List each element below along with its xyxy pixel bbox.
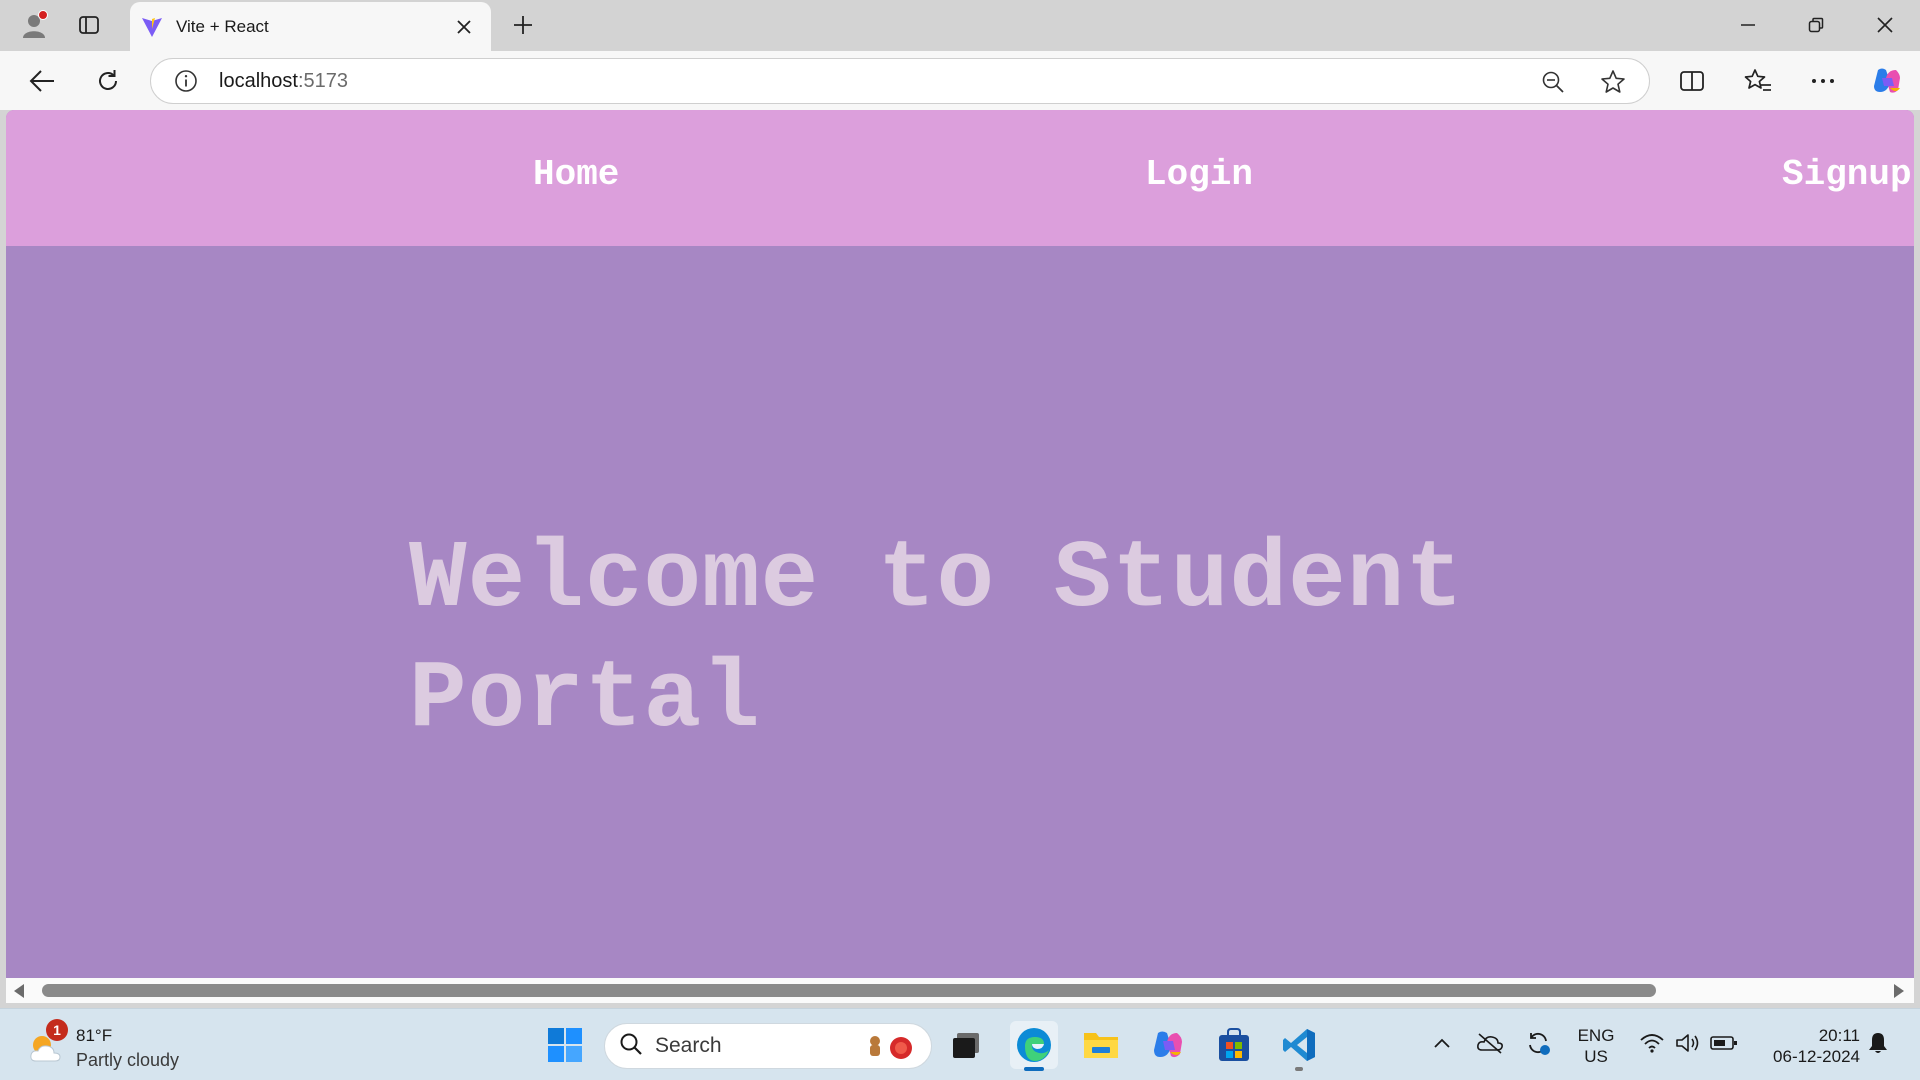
favorites-icon[interactable] — [1740, 63, 1776, 99]
address-bar[interactable]: localhost:5173 — [150, 58, 1650, 104]
volume-icon[interactable] — [1672, 1027, 1704, 1059]
close-window-icon[interactable] — [1864, 8, 1906, 42]
hero-line-2: Portal — [409, 645, 761, 754]
battery-icon[interactable] — [1708, 1027, 1740, 1059]
restore-icon[interactable] — [1795, 8, 1837, 42]
more-icon[interactable] — [1805, 63, 1841, 99]
scroll-right-arrow-icon[interactable] — [1894, 984, 1904, 998]
notification-bell-icon[interactable] — [1862, 1027, 1894, 1059]
vscode-icon[interactable] — [1275, 1021, 1323, 1071]
sync-icon[interactable] — [1522, 1027, 1554, 1059]
scrollbar-thumb[interactable] — [42, 984, 1656, 997]
copilot-app-icon[interactable] — [1144, 1021, 1192, 1069]
add-favorite-icon[interactable] — [1599, 68, 1627, 96]
weather-temperature: 81°F — [76, 1026, 113, 1045]
plus-icon[interactable] — [506, 10, 540, 40]
store-icon[interactable] — [1210, 1021, 1258, 1069]
back-arrow-icon[interactable] — [22, 63, 62, 99]
reload-icon[interactable] — [88, 63, 128, 99]
info-icon[interactable] — [173, 68, 199, 94]
search-label: Search — [655, 1034, 722, 1057]
system-clock[interactable]: 20:11 06-12-2024 — [1752, 1025, 1860, 1067]
search-icon — [619, 1032, 643, 1061]
browser-tab-bar: Vite + React — [0, 0, 1920, 51]
taskbar-search[interactable]: Search — [604, 1023, 932, 1069]
scroll-left-arrow-icon[interactable] — [14, 984, 24, 998]
input-language[interactable]: ENG US — [1576, 1025, 1616, 1067]
notification-dot — [38, 10, 48, 20]
split-screen-icon[interactable] — [1674, 63, 1710, 99]
clock-date: 06-12-2024 — [1773, 1047, 1860, 1066]
region-code: US — [1584, 1047, 1608, 1066]
wifi-icon[interactable] — [1636, 1027, 1668, 1059]
file-explorer-icon[interactable] — [1077, 1021, 1125, 1069]
task-view-icon[interactable] — [943, 1021, 991, 1069]
active-tab[interactable]: Vite + React — [130, 2, 491, 51]
profile-icon[interactable] — [14, 8, 54, 42]
hero-heading: Welcome to Student Portal — [409, 520, 1649, 760]
weather-widget[interactable]: 1 81°F Partly cloudy — [26, 1019, 206, 1071]
url-port: :5173 — [297, 69, 348, 92]
active-app-indicator — [1024, 1067, 1044, 1071]
vite-logo-icon — [140, 15, 164, 39]
windows-taskbar: 1 81°F Partly cloudy Search ENG US 20:11… — [0, 1008, 1920, 1080]
language-code: ENG — [1577, 1026, 1615, 1045]
chevron-up-icon[interactable] — [1426, 1027, 1458, 1059]
hero-line-1: Welcome to Student — [409, 525, 1464, 634]
site-navbar: Home Login Signup — [6, 110, 1914, 246]
zoom-out-icon[interactable] — [1539, 68, 1567, 96]
copilot-icon[interactable] — [1868, 62, 1906, 100]
weather-description: Partly cloudy — [76, 1050, 180, 1070]
tab-title: Vite + React — [176, 16, 269, 36]
windows-start-icon[interactable] — [541, 1021, 589, 1069]
nav-login-link[interactable]: Login — [1145, 154, 1253, 195]
running-app-indicator — [1295, 1067, 1303, 1071]
browser-toolbar: localhost:5173 — [0, 51, 1920, 110]
page-viewport: Home Login Signup Welcome to Student Por… — [6, 110, 1914, 1003]
tab-actions-icon[interactable] — [72, 10, 106, 40]
horizontal-scrollbar[interactable] — [6, 978, 1914, 1003]
onedrive-offline-icon[interactable] — [1474, 1027, 1506, 1059]
url-host: localhost — [219, 69, 298, 92]
minimize-icon[interactable] — [1727, 8, 1769, 42]
search-highlight-icon — [861, 1032, 917, 1062]
nav-home-link[interactable]: Home — [533, 154, 619, 195]
edge-icon[interactable] — [1010, 1021, 1058, 1071]
close-icon[interactable] — [451, 14, 477, 40]
clock-time: 20:11 — [1818, 1026, 1860, 1045]
nav-signup-link[interactable]: Signup — [1782, 154, 1912, 195]
weather-badge: 1 — [46, 1019, 68, 1041]
